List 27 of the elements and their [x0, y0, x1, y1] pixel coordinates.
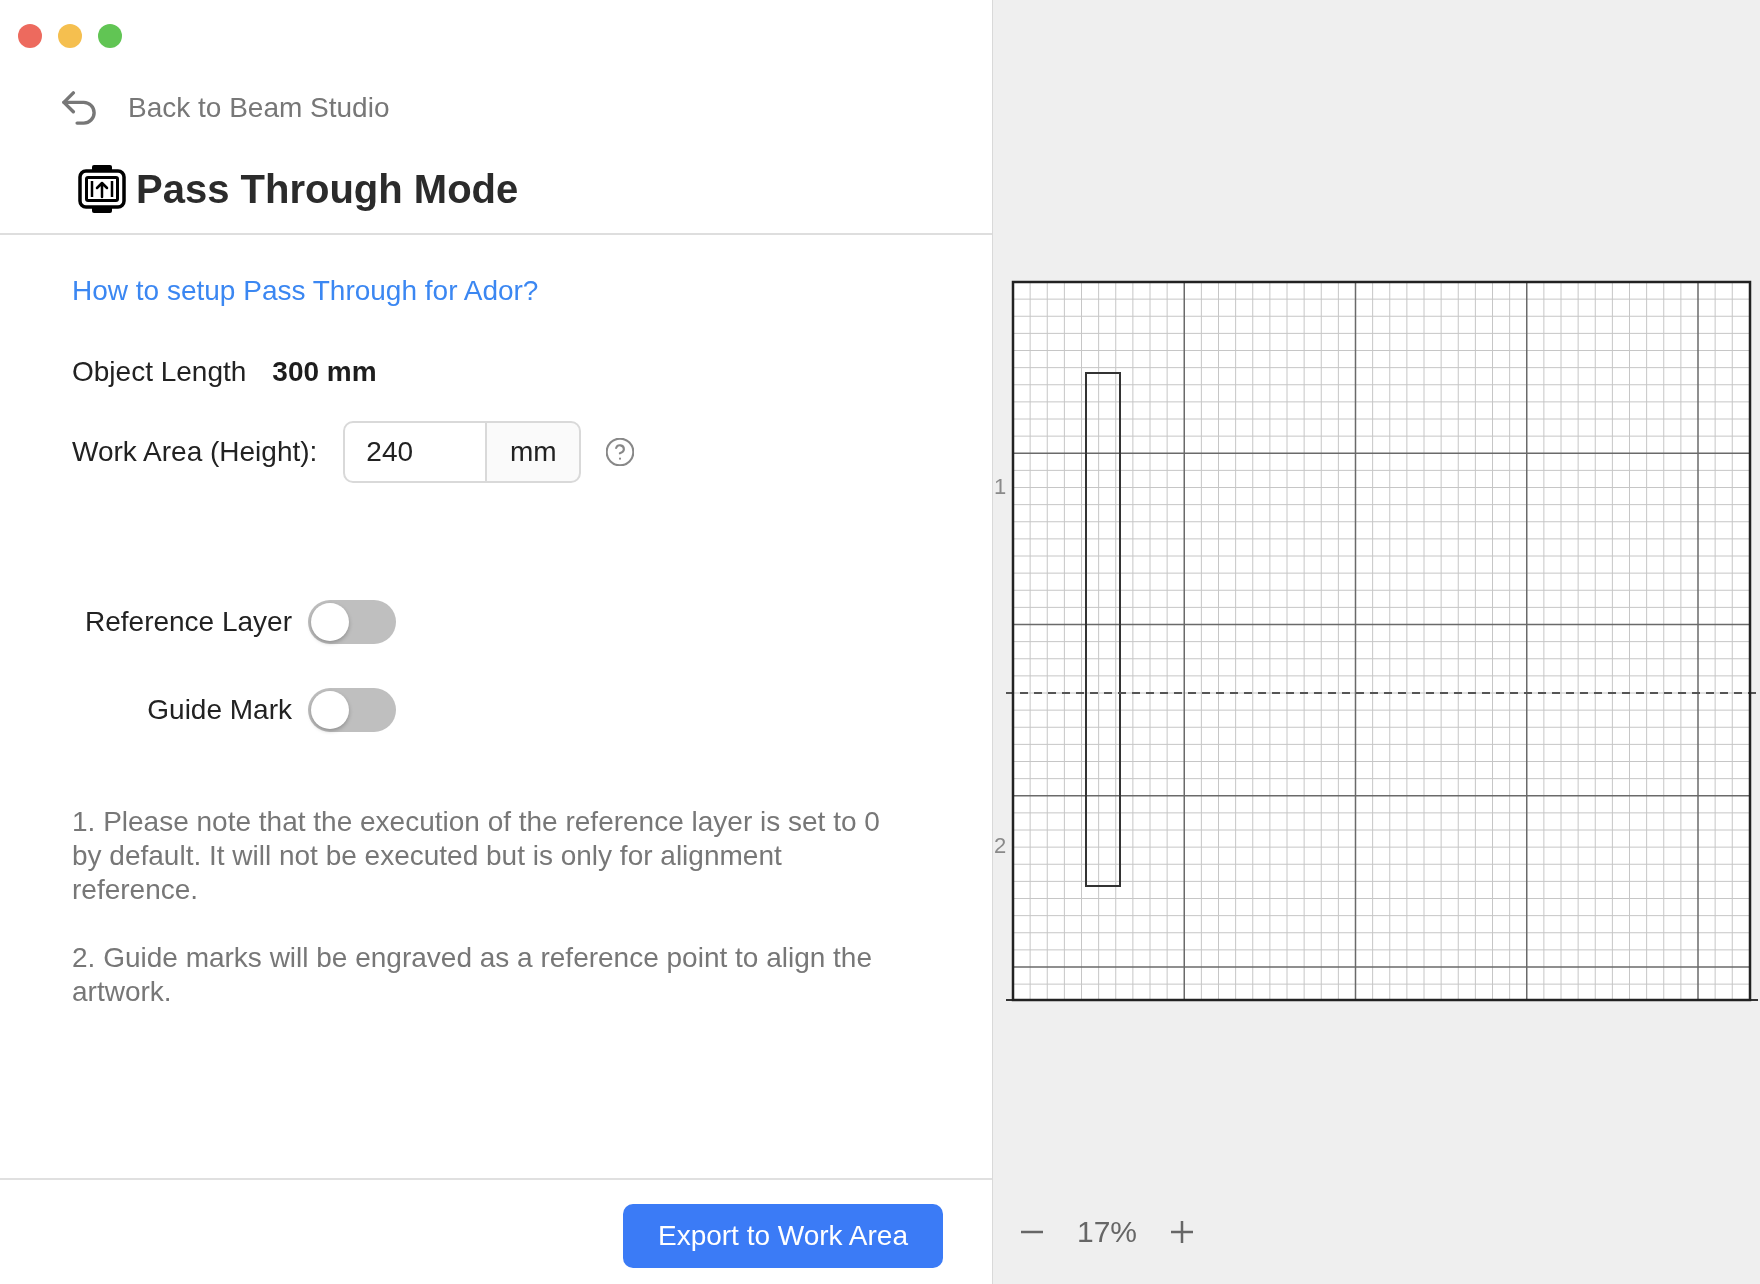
note-text: 2. Guide marks will be engraved as a reference point to align the artwork.	[72, 941, 873, 1009]
ruler-label: 1	[994, 473, 1007, 501]
field-label: Object Length	[72, 355, 247, 389]
unit-label: mm	[486, 421, 582, 483]
toggle-label: Reference Layer	[85, 605, 292, 639]
help-icon[interactable]	[606, 438, 635, 466]
field-label: Work Area (Height):	[72, 435, 318, 469]
help-link[interactable]: How to setup Pass Through for Ador?	[72, 274, 539, 308]
window-close-icon[interactable]	[18, 24, 42, 48]
toggle-switch[interactable]	[308, 600, 396, 644]
undo-arrow-icon	[62, 91, 96, 125]
toggle-label: Guide Mark	[147, 693, 292, 727]
plus-icon	[1171, 1221, 1194, 1243]
window-minimize-icon[interactable]	[58, 24, 82, 48]
height-input[interactable]: 240	[343, 421, 487, 483]
export-button[interactable]: Export to Work Area	[622, 1204, 943, 1268]
note-text: 1. Please note that the execution of the reference layer is set to 0 by default. It will not be executed but is only for alignment reference.	[72, 805, 881, 907]
window-zoom-icon[interactable]	[98, 24, 122, 48]
back-link[interactable]: Back to Beam Studio	[58, 91, 394, 125]
field-value: 300 mm	[272, 355, 377, 389]
minus-icon	[1021, 1230, 1043, 1234]
zoom-in-button[interactable]	[1169, 1219, 1196, 1245]
ruler-label: 2	[994, 832, 1007, 860]
zoom-level: 17%	[1077, 1214, 1138, 1250]
toggle-switch[interactable]	[308, 688, 396, 732]
zoom-out-button[interactable]	[1019, 1228, 1045, 1236]
page-title: Pass Through Mode	[136, 165, 519, 213]
